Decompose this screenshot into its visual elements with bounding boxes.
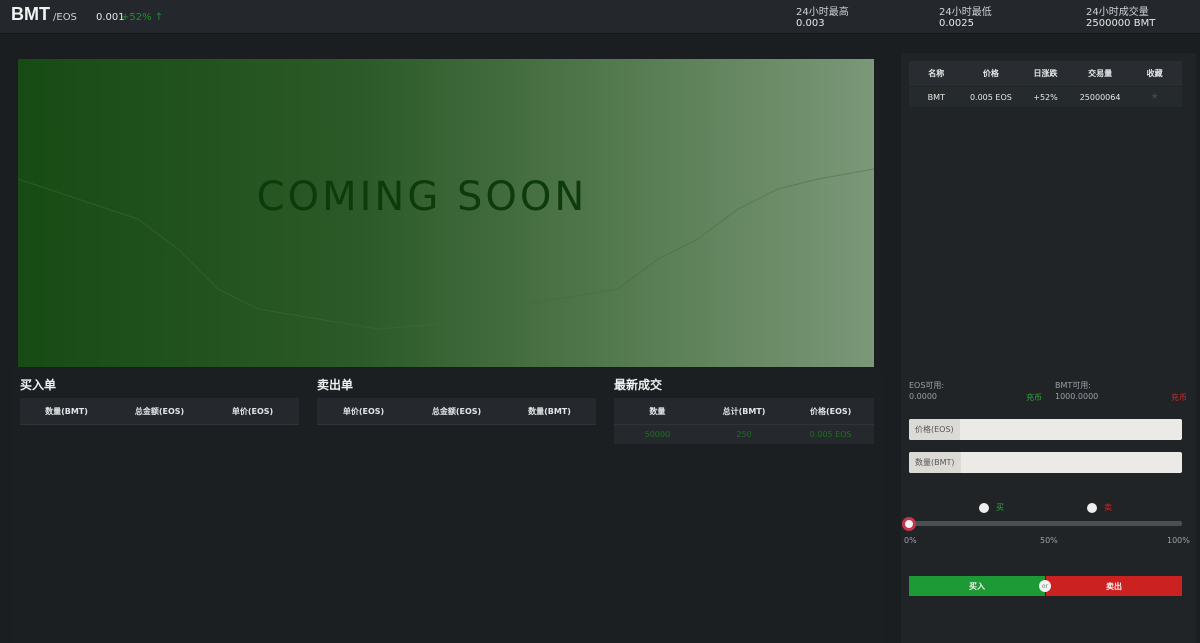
slider-mark-50: 50% <box>1040 536 1058 545</box>
sell-orders-title: 卖出单 <box>317 378 354 392</box>
top-bar: BMT /EOS 0.001 +52% ↑ 24小时最高 0.003 24小时最… <box>0 0 1200 34</box>
trade-total: 250 <box>736 430 752 439</box>
or-badge: or <box>1039 580 1051 592</box>
column-header: 交易量 <box>1088 69 1113 78</box>
slider-mark-100: 100% <box>1167 536 1190 545</box>
radio-dot <box>1087 502 1097 513</box>
pair-quote: /EOS <box>53 12 77 23</box>
market-name: BMT <box>927 92 945 102</box>
eos-recharge-link[interactable]: 充币 <box>1026 392 1042 403</box>
radio-sell-label: 卖 <box>1104 503 1112 512</box>
column-header: 收藏 <box>1146 69 1163 78</box>
stat-24h-low: 24小时最低 0.0025 <box>939 7 992 29</box>
bmt-recharge-link[interactable]: 充币 <box>1171 392 1187 403</box>
amount-input[interactable] <box>960 452 1182 473</box>
sell-orders-header: 单价(EOS) 总金额(EOS) 数量(BMT) <box>317 398 596 425</box>
latest-trades-header: 数量 总计(BMT) 价格(EOS) <box>614 398 874 425</box>
buy-orders-header: 数量(BMT) 总金额(EOS) 单价(EOS) <box>20 398 299 425</box>
stat-value: 0.0025 <box>939 18 974 29</box>
radio-buy[interactable]: 买 <box>979 502 1004 513</box>
pair-name: BMT <box>11 4 50 24</box>
slider-mark-0: 0% <box>904 536 917 545</box>
sell-button[interactable]: 卖出 <box>1046 576 1182 596</box>
market-volume: 25000064 <box>1079 92 1121 102</box>
price-field[interactable]: 价格(EOS) <box>909 419 1182 440</box>
stat-24h-volume: 24小时成交量 2500000 BMT <box>1086 7 1155 29</box>
stat-label: 24小时最低 <box>939 7 992 18</box>
radio-sell[interactable]: 卖 <box>1087 502 1112 513</box>
right-panel <box>901 53 1196 643</box>
eos-available-label: EOS可用: <box>909 381 945 390</box>
table-row[interactable]: 50000 250 0.005 EOS <box>614 425 874 444</box>
price-chart[interactable]: COMING SOON <box>18 59 874 367</box>
column-header: 总金额(EOS) <box>134 406 185 416</box>
column-header: 价格(EOS) <box>810 406 852 416</box>
amount-field-label: 数量(BMT) <box>909 452 961 473</box>
price-change: +52% ↑ <box>121 12 164 23</box>
coming-soon-text: COMING SOON <box>256 174 588 220</box>
column-header: 价格 <box>982 69 999 78</box>
market-change: +52% <box>1033 92 1058 102</box>
column-header: 总计(BMT) <box>722 406 766 416</box>
radio-buy-label: 买 <box>996 503 1004 512</box>
column-header: 名称 <box>928 69 945 78</box>
stat-24h-high: 24小时最高 0.003 <box>796 7 849 29</box>
stat-value: 0.003 <box>796 18 825 29</box>
column-header: 数量(BMT) <box>528 406 571 416</box>
stat-label: 24小时最高 <box>796 7 849 18</box>
price-field-label: 价格(EOS) <box>909 419 960 440</box>
percent-slider-track[interactable] <box>909 521 1182 526</box>
buy-button[interactable]: 买入 <box>909 576 1045 596</box>
bmt-available-value: 1000.0000 <box>1055 392 1099 401</box>
favorite-star-icon[interactable]: ★ <box>1127 92 1182 102</box>
column-header: 数量(BMT) <box>45 406 88 416</box>
column-header: 数量 <box>649 406 666 416</box>
price-input[interactable] <box>959 419 1182 440</box>
latest-trades-title: 最新成交 <box>614 378 663 392</box>
trade-price: 0.005 EOS <box>809 430 852 439</box>
trade-amount: 50000 <box>644 430 671 439</box>
buy-orders-title: 买入单 <box>20 378 57 392</box>
column-header: 日涨跌 <box>1033 69 1058 78</box>
column-header: 总金额(EOS) <box>431 406 482 416</box>
stat-label: 24小时成交量 <box>1086 7 1149 18</box>
amount-field[interactable]: 数量(BMT) <box>909 452 1182 473</box>
column-header: 单价(EOS) <box>231 406 274 416</box>
eos-available-value: 0.0000 <box>909 392 937 401</box>
percent-slider-handle[interactable] <box>902 517 916 531</box>
radio-dot <box>979 502 989 513</box>
column-header: 单价(EOS) <box>342 406 385 416</box>
market-table-header: 名称 价格 日涨跌 交易量 收藏 <box>909 61 1182 86</box>
market-row[interactable]: BMT 0.005 EOS +52% 25000064 ★ <box>909 87 1182 107</box>
market-price: 0.005 EOS <box>969 92 1012 102</box>
stat-value: 2500000 BMT <box>1086 18 1156 29</box>
bmt-available-label: BMT可用: <box>1055 381 1091 390</box>
